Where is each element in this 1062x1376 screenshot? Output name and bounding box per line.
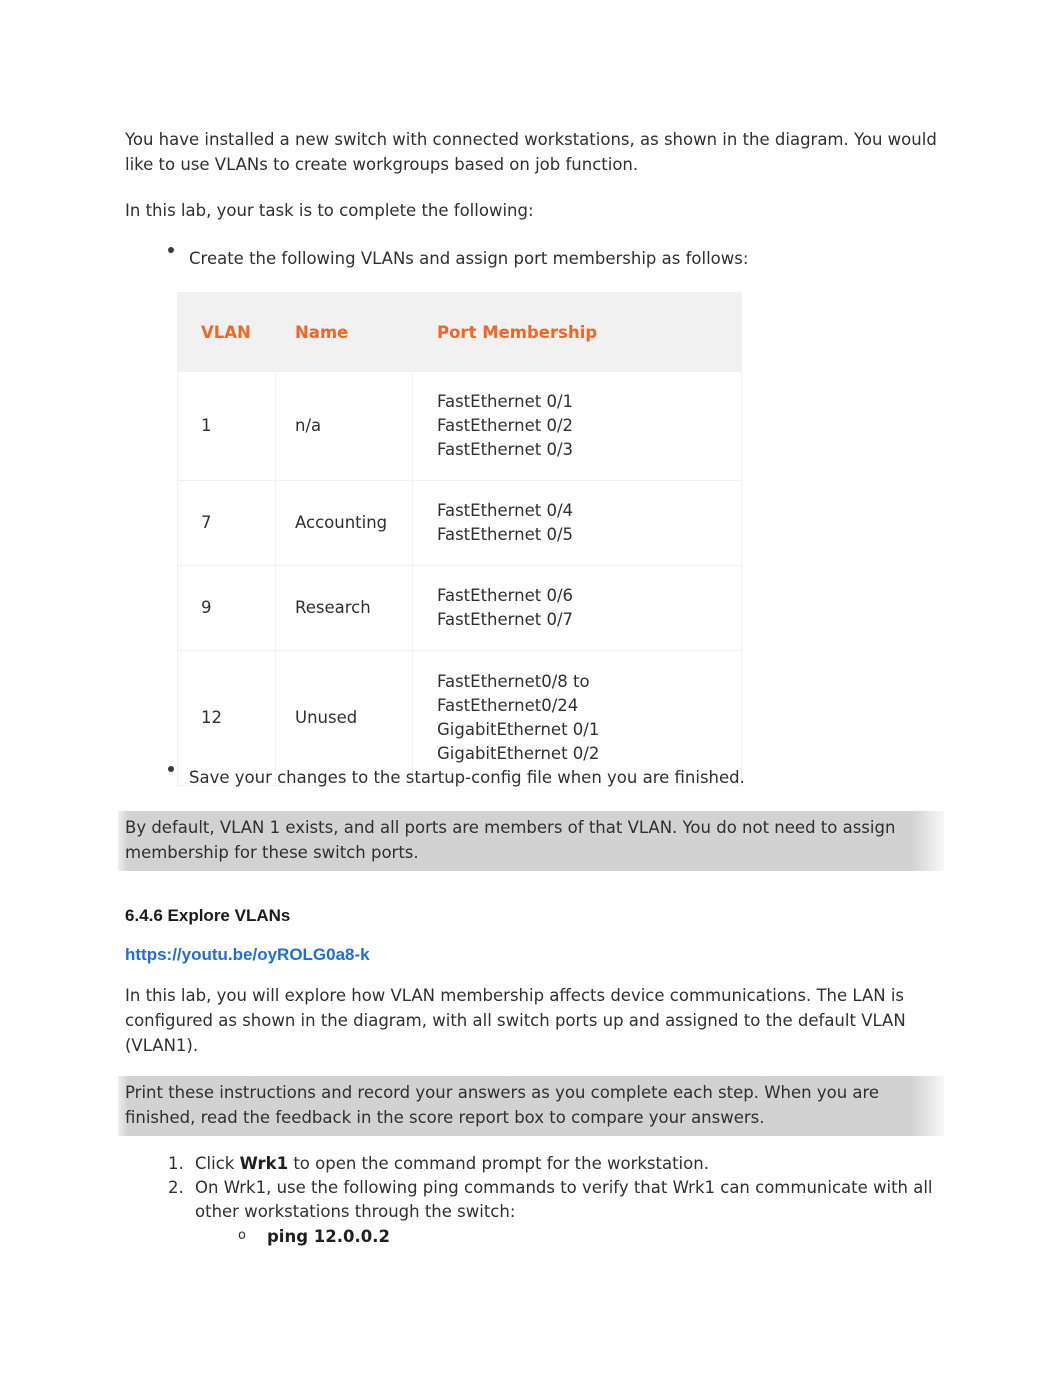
step-number: 1. xyxy=(168,1154,184,1173)
table-row: 7 Accounting FastEthernet 0/4 FastEthern… xyxy=(177,480,742,566)
step-number: 2. xyxy=(168,1178,184,1197)
cell-vlan-id: 1 xyxy=(177,371,276,481)
column-header-vlan: VLAN xyxy=(177,292,276,372)
vlan-table-header: VLAN Name Port Membership xyxy=(177,292,742,372)
list-item-ping-command: o ping 12.0.0.2 xyxy=(238,1225,958,1249)
intro-paragraph: You have installed a new switch with con… xyxy=(125,130,937,174)
document-page: You have installed a new switch with con… xyxy=(0,0,1062,1376)
cell-port-membership: FastEthernet 0/6 FastEthernet 0/7 xyxy=(412,565,742,651)
port-line: FastEthernet 0/2 xyxy=(437,416,574,435)
section-heading-explore-vlans: 6.4.6 Explore VLANs xyxy=(125,906,291,925)
list-item-step-2: 2. On Wrk1, use the following ping comma… xyxy=(168,1176,958,1224)
steps-list: 1. Click Wrk1 to open the command prompt… xyxy=(168,1152,958,1249)
port-line: GigabitEthernet 0/1 xyxy=(437,720,600,739)
bullet-dot-icon xyxy=(168,766,174,772)
step-text: Click Wrk1 to open the command prompt fo… xyxy=(195,1152,958,1176)
port-line: GigabitEthernet 0/2 xyxy=(437,744,600,763)
step-text-emphasis: Wrk1 xyxy=(239,1154,289,1173)
port-line: FastEthernet 0/4 xyxy=(437,501,574,520)
bullet-item-save-config: Save your changes to the startup-config … xyxy=(168,765,938,790)
table-row: 1 n/a FastEthernet 0/1 FastEthernet 0/2 … xyxy=(177,371,742,481)
ping-command-text: ping 12.0.0.2 xyxy=(267,1227,390,1246)
column-header-port-membership: Port Membership xyxy=(412,292,742,372)
table-row: 9 Research FastEthernet 0/6 FastEthernet… xyxy=(177,565,742,651)
note-default-vlan: By default, VLAN 1 exists, and all ports… xyxy=(118,811,944,871)
port-line: FastEthernet 0/1 xyxy=(437,392,574,411)
cell-port-membership: FastEthernet 0/4 FastEthernet 0/5 xyxy=(412,480,742,566)
port-line: FastEthernet 0/5 xyxy=(437,525,574,544)
port-line: FastEthernet 0/6 xyxy=(437,586,574,605)
port-line: FastEthernet0/8 to xyxy=(437,672,590,691)
lab-description-paragraph: In this lab, you will explore how VLAN m… xyxy=(125,986,906,1055)
list-item-step-1: 1. Click Wrk1 to open the command prompt… xyxy=(168,1152,958,1176)
task-lead-in-paragraph: In this lab, your task is to complete th… xyxy=(125,201,534,220)
bullet-item-create-vlans: Create the following VLANs and assign po… xyxy=(168,246,938,271)
step-text: On Wrk1, use the following ping commands… xyxy=(195,1178,933,1221)
bullet-label: Save your changes to the startup-config … xyxy=(189,768,745,787)
bullet-label: Create the following VLANs and assign po… xyxy=(189,249,749,268)
port-line: FastEthernet 0/3 xyxy=(437,440,574,459)
cell-vlan-name: Accounting xyxy=(275,480,413,566)
cell-vlan-id: 7 xyxy=(177,480,276,566)
column-header-name: Name xyxy=(275,292,413,372)
cell-vlan-name: Research xyxy=(275,565,413,651)
cell-vlan-name: n/a xyxy=(275,371,413,481)
port-line: FastEthernet 0/7 xyxy=(437,610,574,629)
vlan-table: VLAN Name Port Membership 1 n/a FastEthe… xyxy=(177,292,742,786)
note-print-instructions: Print these instructions and record your… xyxy=(118,1076,944,1136)
step-text-prefix: Click xyxy=(195,1154,240,1173)
step-text-suffix: to open the command prompt for the works… xyxy=(288,1154,709,1173)
table-header-row: VLAN Name Port Membership xyxy=(177,292,742,372)
sub-bullet-marker-icon: o xyxy=(238,1228,246,1243)
cell-port-membership: FastEthernet 0/1 FastEthernet 0/2 FastEt… xyxy=(412,371,742,481)
youtube-link[interactable]: https://youtu.be/oyROLG0a8-k xyxy=(125,943,370,967)
cell-vlan-id: 9 xyxy=(177,565,276,651)
bullet-dot-icon xyxy=(168,247,174,253)
port-line: FastEthernet0/24 xyxy=(437,696,579,715)
vlan-table-body: 1 n/a FastEthernet 0/1 FastEthernet 0/2 … xyxy=(177,371,742,786)
